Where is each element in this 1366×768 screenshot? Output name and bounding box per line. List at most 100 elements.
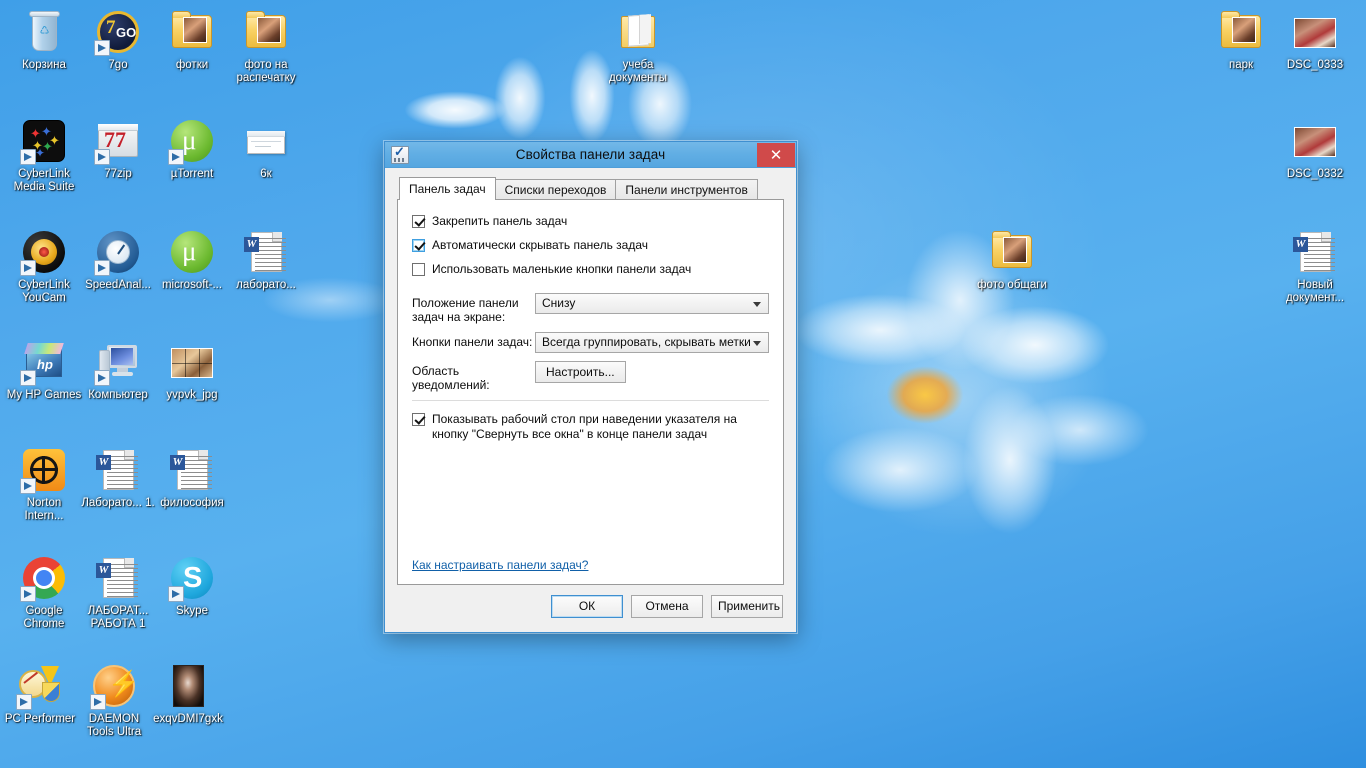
cancel-button[interactable]: Отмена [631, 594, 703, 618]
desktop-icon[interactable]: μ microsoft-... [154, 228, 230, 292]
desktop-icon[interactable]: PC Performer [2, 662, 78, 726]
desktop-icon-label: Компьютер [88, 389, 148, 401]
desktop-icon-label: ЛАБОРАТ... РАБОТА 1 [87, 605, 149, 630]
desktop-icon[interactable]: S Skype [154, 554, 230, 618]
desktop-icon[interactable]: ♺ Корзина [6, 8, 82, 72]
speedanal-icon [94, 228, 142, 276]
field-row-taskbar-position: Положение панели задач на экране: Снизу [412, 293, 769, 324]
folder-open-icon [614, 8, 662, 56]
desktop-icon[interactable]: W ЛАБОРАТ... РАБОТА 1 [80, 554, 156, 631]
tab-toolbars[interactable]: Панели инструментов [615, 179, 758, 200]
auto-hide-taskbar-label: Автоматически скрывать панель задач [432, 238, 649, 252]
folder-photo-icon [1217, 8, 1265, 56]
shortcut-overlay-icon [20, 586, 36, 602]
desktop-icon-label: CyberLink YouCam [18, 279, 70, 304]
desktop[interactable]: ♺ Корзина 7 GO 7go фотки фото на распечатку уче… [0, 0, 1366, 768]
tab-panel-taskbar: Закрепить панель задач Автоматически скр… [397, 199, 784, 585]
desktop-icon[interactable]: ✦ ✦ ✦ ✦ ✦ ✦ CyberLink Media Suite [6, 117, 82, 194]
small-taskbar-buttons-label: Использовать маленькие кнопки панели зад… [432, 262, 692, 276]
small-taskbar-buttons-checkbox[interactable] [412, 263, 425, 276]
taskbar-buttons-label: Кнопки панели задач: [412, 335, 533, 349]
desktop-icon[interactable]: yvpvk_jpg [154, 338, 230, 402]
notification-area-label: Область уведомлений: [412, 364, 490, 392]
desktop-icon[interactable]: Wфилософия [154, 446, 230, 510]
folder-photo-icon [168, 8, 216, 56]
shortcut-overlay-icon [20, 149, 36, 165]
chevron-down-icon [753, 302, 761, 307]
checkbox-row-lock-taskbar[interactable]: Закрепить панель задач [412, 214, 769, 229]
desktop-icon[interactable]: учеба документы [600, 8, 676, 85]
chrome-icon [20, 554, 68, 602]
desktop-icon[interactable]: CyberLink YouCam [6, 228, 82, 305]
folder-photo-icon [242, 8, 290, 56]
daemon-icon: ⚡ [90, 662, 139, 710]
desktop-icon[interactable]: Norton Intern... [6, 446, 82, 523]
desktop-icon[interactable]: exqvDMI7gxk [150, 662, 226, 726]
desktop-icon[interactable]: SpeedAnal... [80, 228, 156, 292]
lock-taskbar-label: Закрепить панель задач [432, 214, 568, 228]
dialog-titlebar[interactable]: Свойства панели задач ✕ [385, 142, 796, 168]
taskbar-position-value: Снизу [542, 296, 576, 310]
aero-peek-label: Показывать рабочий стол при наведении ук… [432, 412, 737, 441]
7go-icon: 7 GO [94, 8, 142, 56]
desktop-icon[interactable]: фотки [154, 8, 230, 72]
desktop-icon-label: SpeedAnal... [85, 279, 151, 291]
taskbar-buttons-select[interactable]: Всегда группировать, скрывать метки [535, 332, 769, 353]
computer-icon [94, 338, 142, 386]
folder-photo-icon [988, 228, 1036, 276]
desktop-icon[interactable]: W Новый документ... [1277, 228, 1353, 305]
desktop-icon[interactable]: Google Chrome [6, 554, 82, 631]
desktop-icon-label: парк [1228, 59, 1254, 71]
shortcut-overlay-icon [94, 370, 110, 386]
tab-taskbar[interactable]: Панель задач [399, 177, 496, 200]
ok-button[interactable]: ОК [551, 594, 623, 618]
tab-strip[interactable]: Панель задач Списки переходов Панели инс… [399, 177, 784, 200]
checkbox-row-aero-peek[interactable]: Показывать рабочий стол при наведении ук… [412, 412, 769, 442]
auto-hide-taskbar-checkbox[interactable] [412, 239, 425, 252]
field-row-notification-area: Область уведомлений: Настроить... [412, 361, 769, 392]
taskbar-properties-icon [391, 144, 409, 164]
desktop-icon-label: 7go [108, 59, 128, 71]
desktop-icon[interactable]: Компьютер [80, 338, 156, 402]
desktop-icon-label: фото на распечатку [236, 59, 296, 84]
checkbox-row-auto-hide[interactable]: Автоматически скрывать панель задач [412, 238, 769, 253]
taskbar-position-select[interactable]: Снизу [535, 293, 769, 314]
desktop-icon[interactable]: фото на распечатку [228, 8, 304, 85]
desktop-icon-label: PC Performer [4, 713, 76, 725]
desktop-icon[interactable]: hp My HP Games [6, 338, 82, 402]
desktop-icon[interactable]: фото общаги [974, 228, 1050, 292]
7zip-icon: 77 [94, 117, 142, 165]
desktop-icon[interactable]: μ µTorrent [154, 117, 230, 181]
desktop-icon-label: Корзина [22, 59, 66, 71]
taskbar-properties-dialog[interactable]: Свойства панели задач ✕ Панель задач Спи… [384, 141, 797, 633]
desktop-icon[interactable]: ⚡ DAEMON Tools Ultra [76, 662, 152, 739]
desktop-icon[interactable]: 77 77zip [80, 117, 156, 181]
customize-notification-button[interactable]: Настроить... [535, 361, 626, 383]
norton-icon [20, 446, 68, 494]
help-link-customize-taskbar[interactable]: Как настраивать панели задач? [412, 558, 588, 572]
desktop-icon[interactable]: 7 GO 7go [80, 8, 156, 72]
aero-peek-checkbox[interactable] [412, 413, 425, 426]
checkbox-row-small-buttons[interactable]: Использовать маленькие кнопки панели зад… [412, 262, 769, 277]
desktop-icon[interactable]: W Лаборато... 1. [80, 446, 156, 510]
shortcut-overlay-icon [168, 149, 184, 165]
youcam-icon [20, 228, 68, 276]
desktop-icon[interactable]: DSC_0333 [1277, 8, 1353, 72]
desktop-icon-label: Лаборато... 1. [81, 497, 155, 509]
lock-taskbar-checkbox[interactable] [412, 215, 425, 228]
desktop-icon-label: yvpvk_jpg [166, 389, 218, 401]
desktop-icon[interactable]: Wлаборато... [228, 228, 304, 292]
desktop-icon[interactable]: DSC_0332 [1277, 117, 1353, 181]
apply-button[interactable]: Применить [711, 594, 783, 618]
shortcut-overlay-icon [94, 260, 110, 276]
pcperformer-icon [16, 662, 64, 710]
desktop-icon[interactable]: 6к [228, 117, 304, 181]
tab-jump-lists[interactable]: Списки переходов [494, 179, 617, 200]
close-icon[interactable]: ✕ [757, 143, 795, 167]
dialog-button-bar: ОК Отмена Применить [385, 580, 796, 632]
taskbar-position-label: Положение панели задач на экране: [412, 296, 519, 324]
desktop-icon-label: Skype [176, 605, 208, 617]
desktop-icon-label: философия [160, 497, 224, 509]
shortcut-overlay-icon [94, 40, 110, 56]
desktop-icon[interactable]: парк [1203, 8, 1279, 72]
